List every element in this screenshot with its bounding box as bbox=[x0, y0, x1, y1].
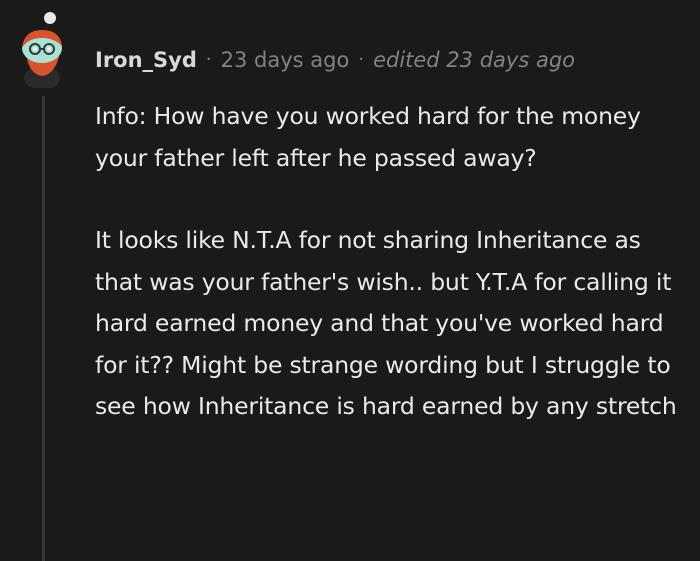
username-link[interactable]: Iron_Syd bbox=[95, 44, 197, 76]
avatar[interactable] bbox=[14, 8, 80, 90]
thread-line[interactable] bbox=[42, 96, 45, 561]
post-time[interactable]: 23 days ago bbox=[221, 44, 350, 76]
snoo-avatar-icon bbox=[22, 12, 62, 90]
separator-dot: · bbox=[358, 49, 365, 70]
comment-paragraph: It looks like N.T.A for not sharing Inhe… bbox=[95, 226, 677, 420]
comment-body: Info: How have you worked hard for the m… bbox=[95, 96, 685, 428]
separator-dot: · bbox=[205, 49, 212, 70]
comment-paragraph: Info: How have you worked hard for the m… bbox=[95, 102, 641, 172]
comment-header: Iron_Syd · 23 days ago · edited 23 days … bbox=[95, 44, 575, 76]
edited-time: edited 23 days ago bbox=[373, 48, 575, 72]
